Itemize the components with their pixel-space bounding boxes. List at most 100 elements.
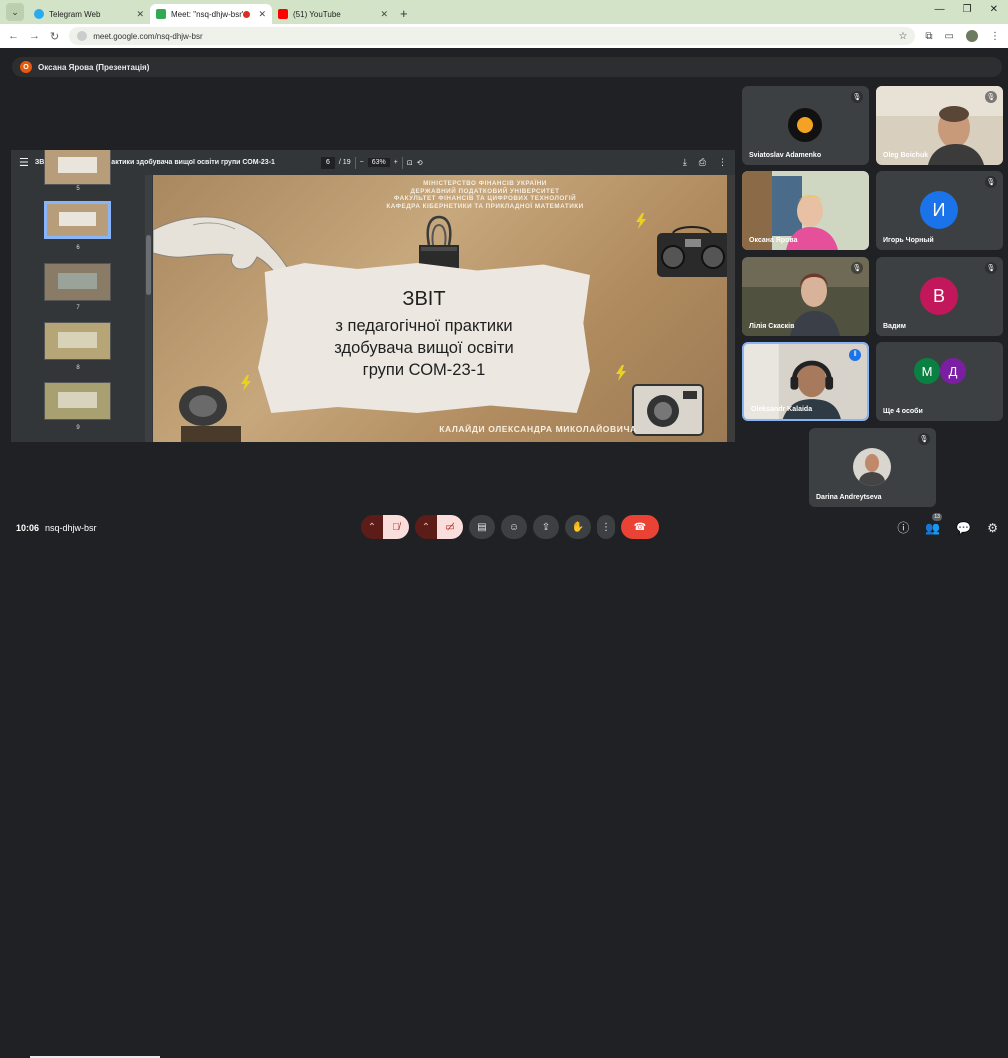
new-tab-button[interactable]: + xyxy=(400,6,408,21)
participant-name: Оксана Ярова xyxy=(749,237,798,244)
avatar: Д xyxy=(940,358,966,384)
maximize-icon[interactable]: ❐ xyxy=(963,4,972,15)
reload-icon[interactable]: ↻ xyxy=(50,30,59,43)
participant-tile[interactable]: 🎙 В Вадим xyxy=(876,257,1003,336)
tab-title: Meet: "nsq-dhjw-bsr" xyxy=(171,9,244,19)
participant-name: Sviatoslav Adamenko xyxy=(749,152,822,159)
participant-name: Игорь Чорный xyxy=(883,237,934,244)
ministry-line: КАФЕДРА КІБЕРНЕТИКИ ТА ПРИКЛАДНОЇ МАТЕМА… xyxy=(386,202,584,210)
divider xyxy=(354,156,356,169)
rotate-icon[interactable]: ⟲ xyxy=(417,159,423,167)
thumbnail-page-8[interactable] xyxy=(44,322,111,360)
meeting-info: 10:06 nsq-dhjw-bsr xyxy=(16,523,97,533)
profile-avatar[interactable] xyxy=(966,30,978,42)
lightning-icon xyxy=(636,213,646,229)
extensions-icon[interactable]: ⧉ xyxy=(925,31,932,42)
mic-off-icon: 🎙 xyxy=(851,262,863,274)
avatar: В xyxy=(920,277,958,315)
zoom-level[interactable]: 63% xyxy=(367,158,390,167)
tab-telegram[interactable]: Telegram Web ✕ xyxy=(28,4,150,24)
menu-icon[interactable]: ☰ xyxy=(19,156,29,169)
mic-options-button[interactable]: ⌃ xyxy=(361,515,383,539)
participant-tile[interactable]: ⦀ Oleksandr Kalaida xyxy=(742,342,869,421)
url-text: meet.google.com/nsq-dhjw-bsr xyxy=(93,31,203,41)
emoji-button[interactable]: ☺ xyxy=(501,515,527,539)
presenter-label: Оксана Ярова (Презентація) xyxy=(38,62,150,72)
participant-name: Ще 4 особи xyxy=(883,408,923,415)
avatar xyxy=(788,108,822,142)
thumbnail-page-5[interactable] xyxy=(44,150,111,185)
address-bar: ← → ↻ meet.google.com/nsq-dhjw-bsr ☆ ⧉ ▭… xyxy=(0,24,1008,48)
tab-meet[interactable]: Meet: "nsq-dhjw-bsr" ✕ xyxy=(150,4,272,24)
tab-youtube[interactable]: (51) YouTube ✕ xyxy=(272,4,394,24)
chat-icon[interactable]: 💬 xyxy=(956,521,971,535)
participant-tile[interactable]: Оксана Ярова xyxy=(742,171,869,250)
shared-screen: ☰ ЗВІТ з педагогічної практики здобувача… xyxy=(11,150,735,442)
close-icon[interactable]: ✕ xyxy=(136,9,144,20)
meeting-details-icon[interactable]: ⓘ xyxy=(897,519,909,536)
camera-options-button[interactable]: ⌃ xyxy=(415,515,437,539)
window-controls: — ❐ ✕ xyxy=(935,4,998,15)
more-icon[interactable]: ⋮ xyxy=(718,157,727,168)
thumbnail-page-9[interactable] xyxy=(44,382,111,420)
presenter-bar: О Оксана Ярова (Презентація) xyxy=(12,57,1002,77)
print-icon[interactable]: ⎙ xyxy=(699,157,706,168)
participant-tile[interactable]: 🎙 И Игорь Чорный xyxy=(876,171,1003,250)
participant-tile[interactable]: 🎙 Лілія Скасків xyxy=(742,257,869,336)
leave-call-button[interactable]: ☎ xyxy=(621,515,659,539)
present-button[interactable]: ⇪ xyxy=(533,515,559,539)
tab-search-button[interactable]: ⌄ xyxy=(6,3,24,21)
more-options-button[interactable]: ⋮ xyxy=(597,515,615,539)
activities-icon[interactable]: ⚙ xyxy=(987,521,998,535)
back-icon[interactable]: ← xyxy=(8,30,19,42)
meeting-code: nsq-dhjw-bsr xyxy=(45,523,97,533)
zoom-out-icon[interactable]: − xyxy=(360,159,364,166)
thumbnail-page-7[interactable] xyxy=(44,263,111,301)
captions-button[interactable]: ▤ xyxy=(469,515,495,539)
thumbnail-panel: 5 6 7 8 9 xyxy=(11,150,153,442)
bookmark-star-icon[interactable]: ☆ xyxy=(898,31,907,42)
fit-page-icon[interactable]: ⊡ xyxy=(407,159,413,167)
pdf-toolbar: ☰ ЗВІТ з педагогічної практики здобувача… xyxy=(11,150,735,175)
people-icon[interactable]: 👥 13 xyxy=(925,512,942,535)
subtitle-line: здобувача вищої освіти xyxy=(334,339,514,357)
mic-off-icon: 🎙 xyxy=(985,262,997,274)
thumbnail-number: 7 xyxy=(76,305,80,311)
menu-dots-icon[interactable]: ⋮ xyxy=(990,31,1000,42)
camera-toggle-button[interactable]: ▭̸ xyxy=(437,515,463,539)
minimize-icon[interactable]: — xyxy=(935,4,945,15)
download-icon[interactable]: ⤓ xyxy=(683,157,687,168)
participant-tile[interactable]: 🎙 Darina Andreytseva xyxy=(809,428,936,507)
thumbnail-number: 5 xyxy=(76,186,80,192)
close-window-icon[interactable]: ✕ xyxy=(990,4,998,15)
tab-title: Telegram Web xyxy=(49,9,101,19)
more-participants-tile[interactable]: М Д Ще 4 особи xyxy=(876,342,1003,421)
presenter-avatar: О xyxy=(20,61,32,73)
thumbnail-number: 9 xyxy=(76,425,80,431)
participant-tile[interactable]: 🎙 Sviatoslav Adamenko xyxy=(742,86,869,165)
lightning-icon xyxy=(616,365,626,381)
forward-icon[interactable]: → xyxy=(29,30,40,42)
telegram-icon xyxy=(34,9,44,19)
meet-icon xyxy=(156,9,166,19)
raise-hand-button[interactable]: ✋ xyxy=(565,515,591,539)
thumbnail-number: 6 xyxy=(76,245,80,251)
speaking-indicator-icon: ⦀ xyxy=(849,349,861,361)
page-number-input[interactable]: 6 xyxy=(320,156,335,169)
close-icon[interactable]: ✕ xyxy=(258,9,266,20)
thumbnail-scrollbar[interactable] xyxy=(145,175,152,442)
mic-toggle-button[interactable]: 🎙̸ xyxy=(383,515,409,539)
side-panel-icon[interactable]: ▭ xyxy=(945,31,954,42)
url-field[interactable]: meet.google.com/nsq-dhjw-bsr ☆ xyxy=(69,27,916,45)
zoom-in-icon[interactable]: + xyxy=(394,159,398,166)
mic-control: ⌃ 🎙̸ xyxy=(361,515,409,539)
site-info-icon[interactable] xyxy=(77,31,88,41)
browser-tab-bar: ⌄ Telegram Web ✕ Meet: "nsq-dhjw-bsr" ✕ … xyxy=(0,0,1008,24)
thumbnail-page-6[interactable] xyxy=(44,201,111,239)
close-icon[interactable]: ✕ xyxy=(380,9,388,20)
participant-name: Вадим xyxy=(883,323,906,330)
slide-title: ЗВІТ xyxy=(402,288,446,310)
avatar xyxy=(853,448,891,486)
recording-icon xyxy=(243,10,251,18)
participant-tile[interactable]: 🎙 Oleg Boichuk xyxy=(876,86,1003,165)
